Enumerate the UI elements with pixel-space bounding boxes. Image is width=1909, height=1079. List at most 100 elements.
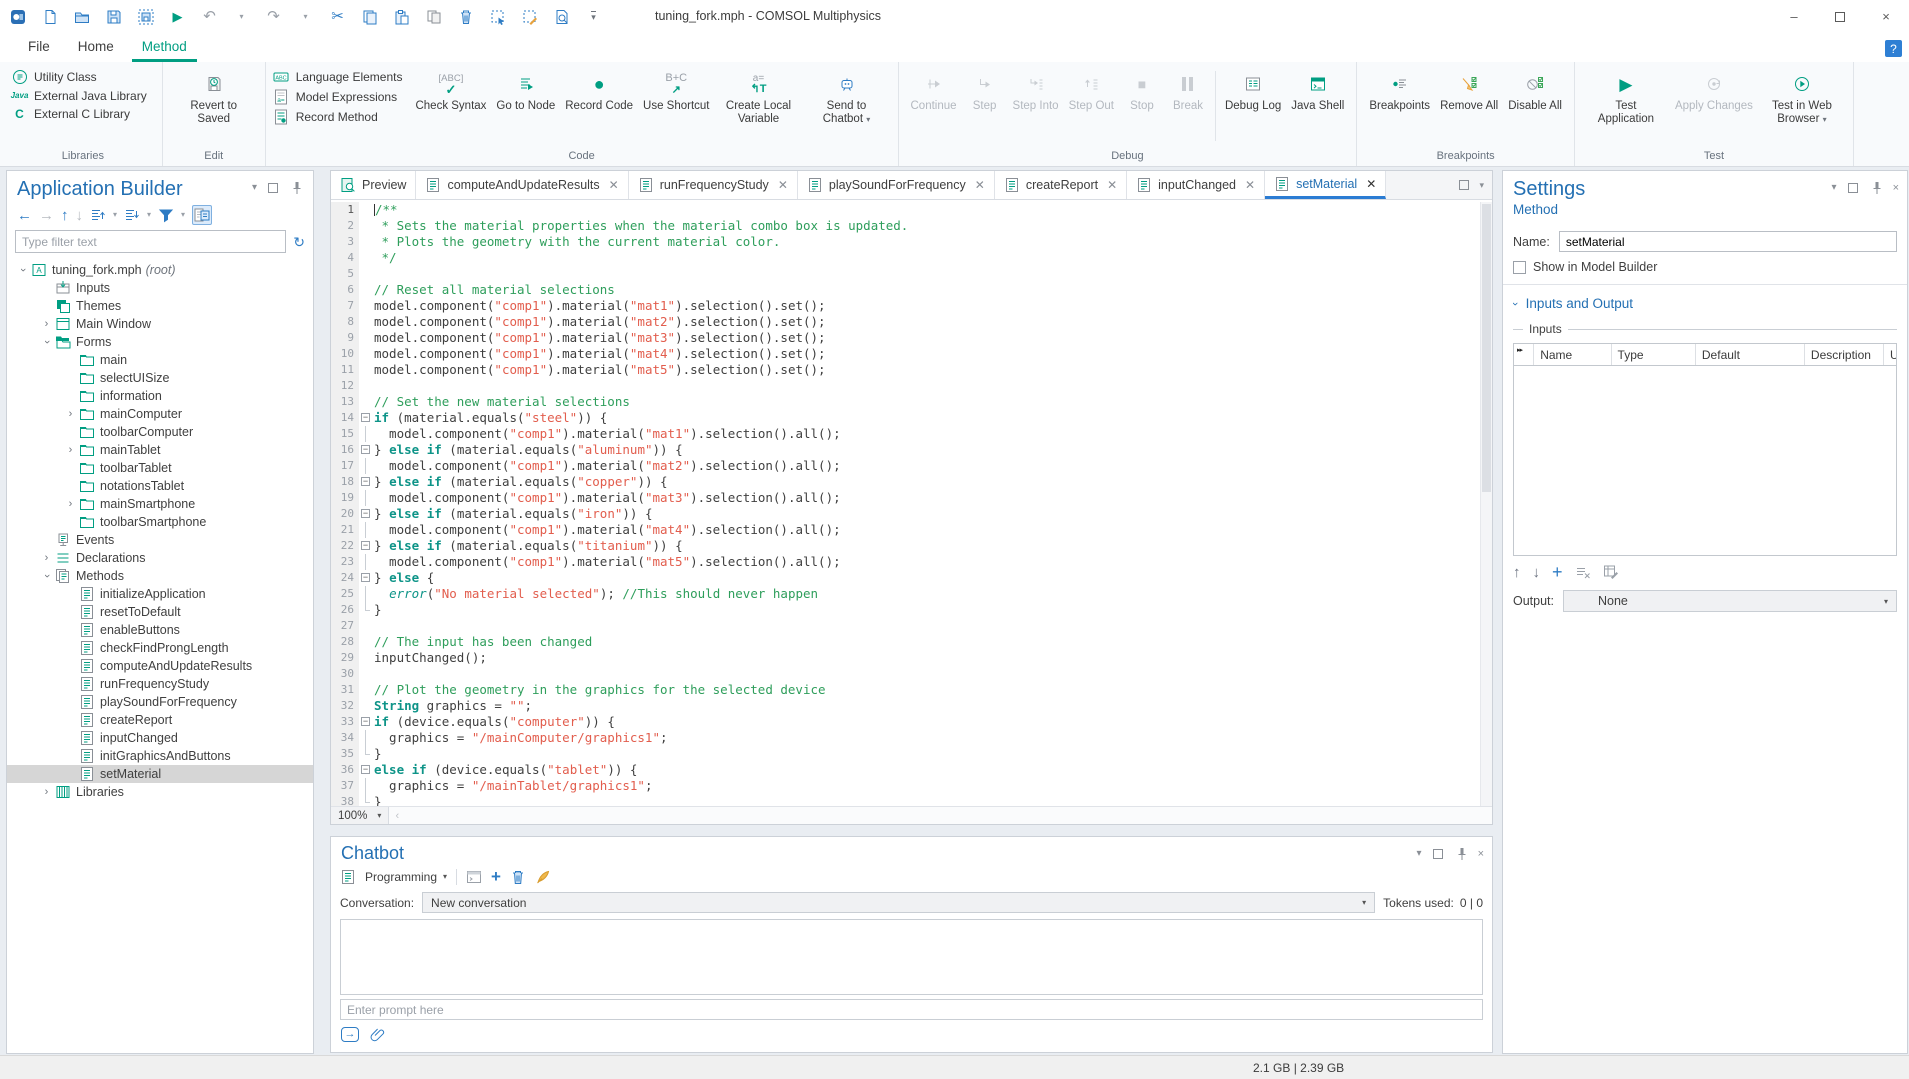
undo-icon[interactable]: ↶: [200, 7, 219, 26]
move-up-icon[interactable]: ↑: [61, 208, 69, 223]
ribbon-button-java-shell[interactable]: Java Shell: [1286, 63, 1349, 113]
panel-float-icon[interactable]: [265, 180, 281, 196]
fold-marker[interactable]: −: [359, 506, 374, 522]
panel-pin-icon[interactable]: [1869, 180, 1885, 196]
mode-dropdown[interactable]: Programming ▾: [365, 870, 447, 884]
method-name-input[interactable]: [1559, 231, 1897, 252]
hscroll-left-icon[interactable]: ‹: [389, 810, 399, 822]
ribbon-button-debug-log[interactable]: Debug Log: [1220, 63, 1286, 113]
ribbon-button-model-expressions[interactable]: a= Model Expressions: [273, 89, 403, 105]
panel-close-icon[interactable]: ×: [1478, 849, 1484, 860]
column-header-type[interactable]: Type: [1612, 344, 1696, 365]
ribbon-button-language-elements[interactable]: ABC Language Elements: [273, 69, 403, 85]
send-icon[interactable]: →: [341, 1026, 359, 1042]
expand-nodes-dropdown-icon[interactable]: ▾: [113, 211, 117, 219]
redo-icon[interactable]: ↷: [264, 7, 283, 26]
ribbon-button-disable-all[interactable]: Disable All: [1503, 63, 1567, 113]
refresh-icon[interactable]: ↻: [293, 235, 305, 249]
close-tab-icon[interactable]: ✕: [975, 178, 985, 192]
close-tab-icon[interactable]: ✕: [778, 178, 788, 192]
output-dropdown[interactable]: None ▾: [1563, 590, 1897, 612]
editor-tab-setmaterial[interactable]: setMaterial✕: [1265, 171, 1386, 199]
ribbon-button-test-application[interactable]: ▶ Test Application: [1582, 63, 1670, 126]
find-doc-icon[interactable]: [552, 7, 571, 26]
panel-pin-icon[interactable]: [289, 180, 305, 196]
tree-item-forms[interactable]: ›Forms: [7, 333, 313, 351]
select-edit-icon[interactable]: [520, 7, 539, 26]
tree-item-inputchanged[interactable]: inputChanged: [7, 729, 313, 747]
panel-collapse-icon[interactable]: ▾: [252, 183, 257, 193]
paste-icon[interactable]: [392, 7, 411, 26]
minimize-button[interactable]: –: [1771, 0, 1817, 33]
inputs-table[interactable]: ▸▸NameTypeDefaultDescriptionUr: [1513, 343, 1897, 556]
ribbon-button-remove-all[interactable]: Remove All: [1435, 63, 1503, 113]
tree-expander-icon[interactable]: ›: [63, 444, 78, 456]
menu-tab-home[interactable]: Home: [68, 33, 124, 62]
tree-item-events[interactable]: Events: [7, 531, 313, 549]
tree-item-checkfindpronglength[interactable]: checkFindProngLength: [7, 639, 313, 657]
menu-tab-file[interactable]: File: [18, 33, 60, 62]
move-down-icon[interactable]: ↓: [1533, 565, 1541, 580]
tree-item-toolbartablet[interactable]: toolbarTablet: [7, 459, 313, 477]
editor-tab-inputchanged[interactable]: inputChanged✕: [1127, 171, 1265, 199]
editor-tab-createreport[interactable]: createReport✕: [995, 171, 1127, 199]
tree-item-createreport[interactable]: createReport: [7, 711, 313, 729]
add-row-icon[interactable]: +: [1552, 563, 1563, 581]
tree-item-setmaterial[interactable]: setMaterial: [7, 765, 313, 783]
tree-item-mainsmartphone[interactable]: ›mainSmartphone: [7, 495, 313, 513]
column-header-description[interactable]: Description: [1805, 344, 1884, 365]
move-down-icon[interactable]: ↓: [76, 208, 84, 223]
editor-tab-preview[interactable]: Preview: [331, 171, 416, 199]
filter-dropdown-icon[interactable]: ▾: [181, 211, 185, 219]
panel-pin-icon[interactable]: [1454, 846, 1470, 862]
tree-item-computeandupdateresults[interactable]: computeAndUpdateResults: [7, 657, 313, 675]
tree-item-selectuisize[interactable]: selectUISize: [7, 369, 313, 387]
fold-marker[interactable]: −: [359, 474, 374, 490]
tree-item-themes[interactable]: Themes: [7, 297, 313, 315]
toggle-editor-icon[interactable]: [192, 205, 212, 225]
fold-marker[interactable]: −: [359, 442, 374, 458]
tree-item-maincomputer[interactable]: ›mainComputer: [7, 405, 313, 423]
tree-item-enablebuttons[interactable]: enableButtons: [7, 621, 313, 639]
tree-item-notationstablet[interactable]: notationsTablet: [7, 477, 313, 495]
tree-expander-icon[interactable]: ›: [39, 336, 54, 348]
tree-item-toolbarcomputer[interactable]: toolbarComputer: [7, 423, 313, 441]
tree-expander-icon[interactable]: ›: [15, 264, 30, 276]
tree-item-tuning-fork-mph[interactable]: ›Atuning_fork.mph(root): [7, 261, 313, 279]
fold-marker[interactable]: −: [359, 570, 374, 586]
editor-float-icon[interactable]: [1456, 177, 1472, 193]
tree-item-main-window[interactable]: ›Main Window: [7, 315, 313, 333]
dd-icon[interactable]: ▾: [232, 7, 251, 26]
menu-tab-method[interactable]: Method: [132, 33, 197, 62]
tree-expander-icon[interactable]: ›: [63, 408, 78, 420]
tree-item-initializeapplication[interactable]: initializeApplication: [7, 585, 313, 603]
close-tab-icon[interactable]: ✕: [1366, 177, 1376, 191]
conversation-dropdown[interactable]: New conversation ▾: [422, 892, 1375, 913]
close-tab-icon[interactable]: ✕: [1245, 178, 1255, 192]
dd-icon[interactable]: ▾: [296, 7, 315, 26]
zoom-dropdown-icon[interactable]: ▾: [377, 812, 381, 820]
ribbon-button-send-to-chatbot[interactable]: Send to Chatbot ▾: [803, 63, 891, 126]
fold-marker[interactable]: −: [359, 714, 374, 730]
close-tab-icon[interactable]: ✕: [609, 178, 619, 192]
clear-icon[interactable]: [535, 869, 551, 885]
nav-back-icon[interactable]: ←: [17, 208, 32, 223]
tree-expander-icon[interactable]: ›: [63, 498, 78, 510]
code-window-icon[interactable]: [466, 869, 482, 885]
ribbon-button-test-in-web-browser[interactable]: Test in Web Browser ▾: [1758, 63, 1846, 126]
code-editor[interactable]: 1 /** 2 * Sets the material properties w…: [331, 200, 1492, 806]
attach-icon[interactable]: [370, 1026, 386, 1042]
delete-row-icon[interactable]: [1575, 564, 1591, 580]
collapse-nodes-icon[interactable]: [124, 207, 140, 223]
copy-icon[interactable]: [360, 7, 379, 26]
ribbon-button-revert-to-saved[interactable]: Revert to Saved: [170, 63, 258, 126]
delete-icon[interactable]: [456, 7, 475, 26]
filter-input[interactable]: [15, 230, 286, 253]
tree-expander-icon[interactable]: ›: [39, 570, 54, 582]
tree-item-resettodefault[interactable]: resetToDefault: [7, 603, 313, 621]
ribbon-button-record-method[interactable]: Record Method: [273, 109, 403, 125]
tree-item-initgraphicsandbuttons[interactable]: initGraphicsAndButtons: [7, 747, 313, 765]
ribbon-button-use-shortcut[interactable]: B+C↗ Use Shortcut: [638, 63, 714, 113]
tree-item-playsoundforfrequency[interactable]: playSoundForFrequency: [7, 693, 313, 711]
ribbon-button-breakpoints[interactable]: Breakpoints: [1364, 63, 1435, 113]
